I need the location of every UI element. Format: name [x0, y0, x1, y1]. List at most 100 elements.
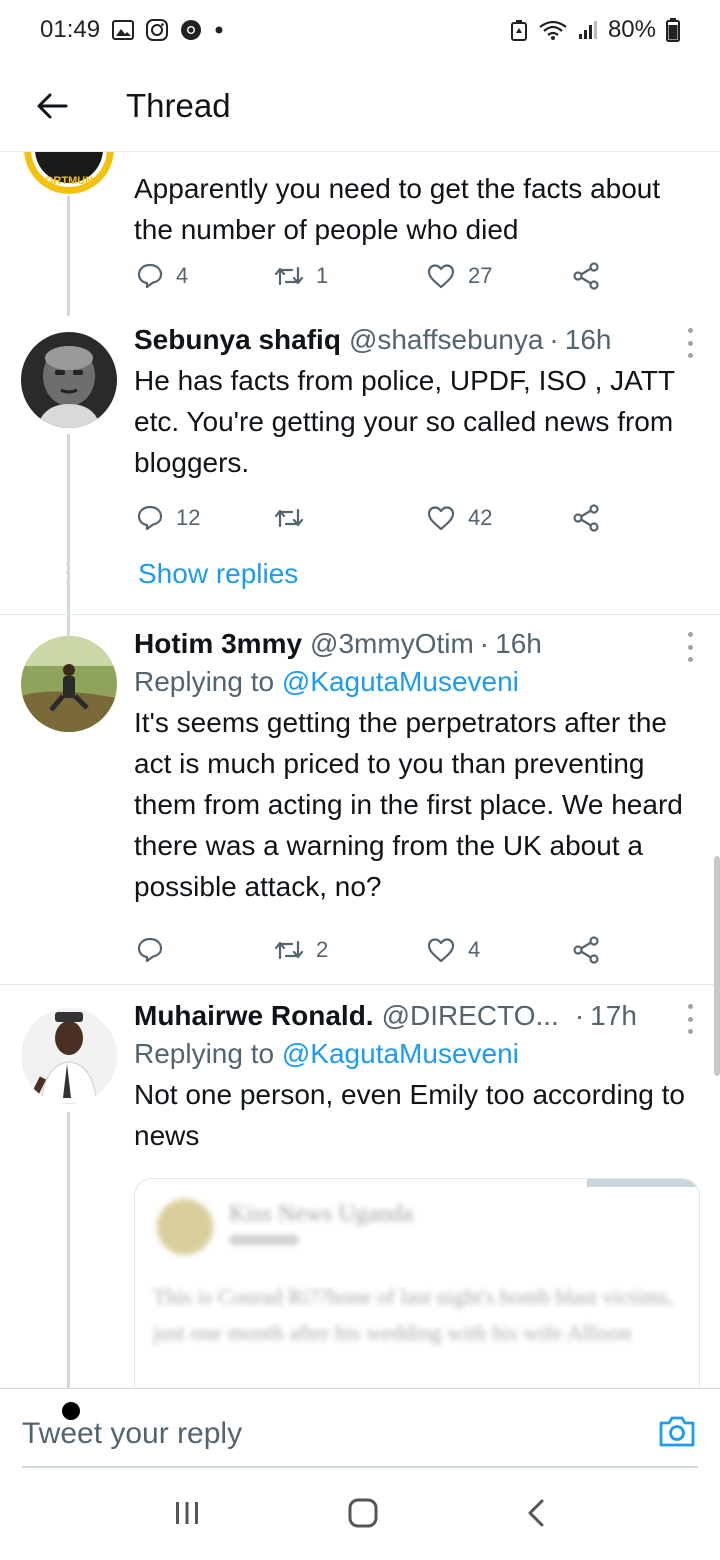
tweet-header: Hotim 3mmy @3mmyOtim · 16h — [134, 628, 700, 660]
display-name[interactable]: Muhairwe Ronald. — [134, 1000, 374, 1032]
tweet-actions: 12 42 — [134, 500, 604, 536]
like-button[interactable]: 42 — [426, 504, 492, 532]
home-button[interactable] — [348, 1498, 378, 1533]
scrollbar[interactable] — [714, 856, 720, 1076]
reply-input[interactable]: Tweet your reply — [22, 1417, 242, 1451]
status-left: 01:49 — [40, 16, 224, 44]
user-handle[interactable]: @shaffsebunya — [349, 324, 543, 356]
replying-to: Replying to @KagutaMuseveni — [134, 1038, 700, 1070]
battery-icon — [666, 18, 680, 42]
tweet-actions: 2 4 — [134, 932, 604, 968]
reply-button[interactable] — [136, 936, 176, 964]
tweet-text: Not one person, even Emily too according… — [134, 1079, 685, 1151]
tweet-time[interactable]: 16h — [565, 324, 612, 356]
system-nav-bar — [0, 1470, 720, 1560]
tweet-text: It's seems getting the perpetrators afte… — [134, 707, 683, 902]
divider — [0, 984, 720, 985]
tweet-header: Sebunya shafiq @shaffsebunya · 16h — [134, 324, 700, 356]
header: Thread — [0, 60, 720, 152]
embedded-screenshot: Kiss News Uganda This is Conrad Ri??hone… — [135, 1179, 699, 1388]
tweet-1[interactable]: ORTMUN Apparently you need to get the fa… — [0, 152, 720, 316]
retweet-icon — [274, 940, 304, 960]
share-icon — [573, 504, 599, 532]
user-handle[interactable]: @3mmyOtim — [310, 628, 474, 660]
mention-link[interactable]: @KagutaMuseveni — [282, 666, 519, 697]
reply-bar: Tweet your reply — [0, 1388, 720, 1466]
tweet-time[interactable]: 16h — [495, 628, 542, 660]
replying-label: Replying to — [134, 1038, 275, 1069]
recent-apps-button[interactable] — [174, 1500, 200, 1531]
wifi-icon — [538, 19, 568, 41]
share-button[interactable] — [572, 262, 602, 290]
reply-icon — [137, 263, 163, 289]
tweet-text: He has facts from police, UPDF, ISO , JA… — [134, 365, 675, 478]
status-right: 80% — [510, 16, 680, 44]
tweet-2[interactable]: Sebunya shafiq @shaffsebunya · 16h He ha… — [0, 324, 720, 704]
like-button[interactable]: 4 — [426, 936, 480, 964]
chrome-icon — [180, 19, 202, 41]
thread-list[interactable]: ORTMUN Apparently you need to get the fa… — [0, 152, 720, 1388]
share-icon — [573, 936, 599, 964]
tweet-actions: 4 1 27 — [134, 258, 604, 294]
heart-icon — [427, 938, 455, 963]
arrow-left-icon — [37, 93, 68, 118]
reply-underline — [22, 1466, 698, 1468]
reply-button[interactable]: 12 — [136, 504, 200, 532]
dot-icon — [214, 25, 224, 35]
display-name[interactable]: Hotim 3mmy — [134, 628, 302, 660]
more-options-button[interactable] — [680, 328, 700, 358]
mention-link[interactable]: @KagutaMuseveni — [282, 1038, 519, 1069]
recent-apps-icon — [176, 1501, 198, 1524]
home-icon — [348, 1498, 378, 1527]
thread-line — [67, 196, 70, 316]
tweet-time[interactable]: 17h — [590, 1000, 637, 1032]
thread-continuation-dots — [66, 562, 71, 584]
embedded-source: Kiss News Uganda — [229, 1201, 413, 1227]
gallery-icon — [112, 20, 135, 40]
reply-button[interactable]: 4 — [136, 262, 188, 290]
touch-indicator — [62, 1402, 80, 1420]
retweet-count: 1 — [316, 263, 329, 288]
share-icon — [573, 262, 599, 290]
divider — [0, 614, 720, 615]
show-replies-link[interactable]: Show replies — [138, 558, 298, 590]
embedded-text: This is Conrad Ri??hone of last night's … — [153, 1284, 673, 1345]
share-button[interactable] — [572, 936, 602, 964]
back-button[interactable] — [22, 76, 82, 136]
reply-count: 4 — [176, 263, 189, 288]
camera-icon — [659, 1416, 695, 1447]
retweet-icon — [274, 508, 304, 528]
status-bar: 01:49 80% — [0, 0, 720, 60]
more-options-button[interactable] — [680, 1004, 700, 1034]
thread-line — [67, 1112, 70, 1388]
heart-icon — [427, 506, 455, 531]
camera-button[interactable] — [658, 1414, 696, 1448]
retweet-button[interactable]: 1 — [274, 263, 328, 289]
tweet-header: Muhairwe Ronald. @DIRECTO... · 17h — [134, 1000, 700, 1032]
more-options-button[interactable] — [680, 632, 700, 662]
separator-dot: · — [479, 628, 490, 659]
tweet-3[interactable]: Hotim 3mmy @3mmyOtim · 16h Replying to @… — [0, 628, 720, 982]
system-back-button[interactable] — [526, 1498, 546, 1533]
separator-dot: · — [574, 1000, 585, 1031]
replying-to: Replying to @KagutaMuseveni — [134, 666, 700, 698]
retweet-button[interactable] — [274, 506, 316, 530]
embedded-media-card[interactable]: Kiss News Uganda This is Conrad Ri??hone… — [134, 1178, 700, 1388]
heart-icon — [427, 264, 455, 289]
separator-dot: · — [549, 324, 559, 355]
avatar[interactable] — [21, 1008, 117, 1104]
like-count: 42 — [468, 505, 493, 530]
chevron-left-icon — [528, 1499, 544, 1526]
tweet-4[interactable]: Muhairwe Ronald. @DIRECTO... · 17h Reply… — [0, 1000, 720, 1388]
status-time: 01:49 — [40, 16, 101, 43]
avatar[interactable] — [21, 636, 117, 732]
display-name[interactable]: Sebunya shafiq — [134, 324, 341, 356]
user-handle[interactable]: @DIRECTO... — [382, 1000, 559, 1032]
reply-icon — [137, 505, 163, 531]
retweet-button[interactable]: 2 — [274, 937, 328, 963]
like-button[interactable]: 27 — [426, 262, 492, 290]
svg-text:ORTMUN: ORTMUN — [45, 175, 93, 187]
avatar[interactable] — [21, 332, 117, 428]
share-button[interactable] — [572, 504, 602, 532]
avatar[interactable]: ORTMUN — [24, 152, 114, 194]
